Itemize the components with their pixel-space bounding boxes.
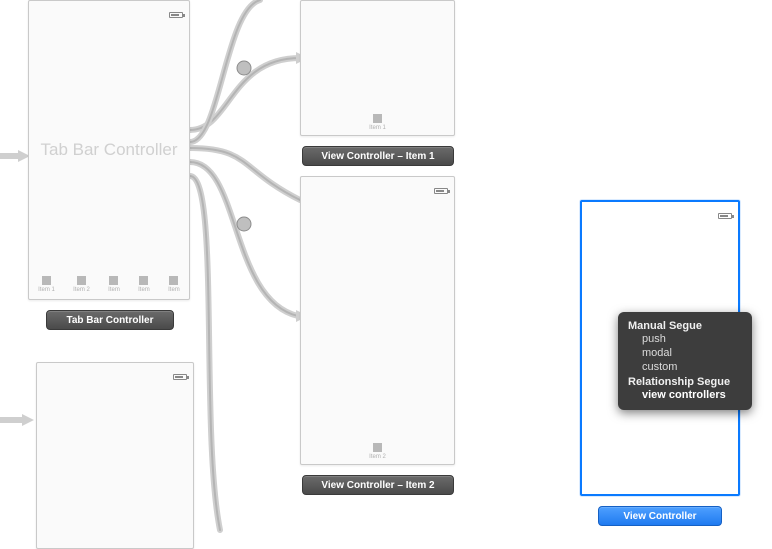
tab-bar-item-label: Item <box>138 287 150 293</box>
tab-bar-items: Item 1 Item 2 Item Item Item <box>29 276 189 293</box>
segue-popover[interactable]: Manual Segue push modal custom Relations… <box>618 312 752 410</box>
scene-tab-bar-controller[interactable]: Tab Bar Controller Item 1 Item 2 Item It… <box>28 0 190 300</box>
scene-view-controller-item-1[interactable]: Item 1 <box>300 0 455 136</box>
segue-popover-header-relationship: Relationship Segue <box>628 376 742 388</box>
scene-placeholder-title: Tab Bar Controller <box>40 140 177 160</box>
segue-option-custom[interactable]: custom <box>628 360 742 374</box>
status-bar <box>718 206 732 224</box>
tab-bar-item[interactable]: Item <box>138 276 150 293</box>
scene-view-controller-item-2[interactable]: Item 2 <box>300 176 455 465</box>
tab-bar-item-label: Item <box>108 287 120 293</box>
scene-title-view-controller-item-2[interactable]: View Controller – Item 2 <box>302 475 454 495</box>
battery-icon <box>434 188 448 194</box>
scene-tab-bar: Item 2 <box>301 443 454 460</box>
scene-tab-bar: Item 1 <box>301 114 454 131</box>
square-icon <box>373 443 382 452</box>
tab-bar-item-label: Item 2 <box>369 454 386 460</box>
status-bar <box>169 5 183 23</box>
status-bar <box>434 181 448 199</box>
tab-bar-item-label: Item 1 <box>38 287 55 293</box>
tab-bar-item-label: Item 2 <box>73 287 90 293</box>
status-bar <box>173 367 187 385</box>
square-icon <box>42 276 51 285</box>
battery-icon <box>718 213 732 219</box>
segue-popover-header-manual: Manual Segue <box>628 320 742 332</box>
square-icon <box>77 276 86 285</box>
square-icon <box>109 276 118 285</box>
tab-bar-item[interactable]: Item <box>108 276 120 293</box>
storyboard-canvas[interactable]: Tab Bar Controller Item 1 Item 2 Item It… <box>0 0 772 549</box>
scene-title-tab-bar-controller[interactable]: Tab Bar Controller <box>46 310 174 330</box>
square-icon <box>169 276 178 285</box>
tab-bar-item-label: Item 1 <box>369 125 386 131</box>
tab-bar-item[interactable]: Item <box>168 276 180 293</box>
segue-option-view-controllers[interactable]: view controllers <box>628 388 742 402</box>
battery-icon <box>169 12 183 18</box>
square-icon <box>139 276 148 285</box>
tab-bar-item-label: Item <box>168 287 180 293</box>
scene-title-view-controller-selected[interactable]: View Controller <box>598 506 722 526</box>
tab-bar-item[interactable]: Item 1 <box>38 276 55 293</box>
battery-icon <box>173 374 187 380</box>
scene-partial-bottom-left[interactable] <box>36 362 194 549</box>
square-icon <box>373 114 382 123</box>
segue-option-modal[interactable]: modal <box>628 346 742 360</box>
segue-option-push[interactable]: push <box>628 332 742 346</box>
scene-title-view-controller-item-1[interactable]: View Controller – Item 1 <box>302 146 454 166</box>
tab-bar-item[interactable]: Item 2 <box>73 276 90 293</box>
